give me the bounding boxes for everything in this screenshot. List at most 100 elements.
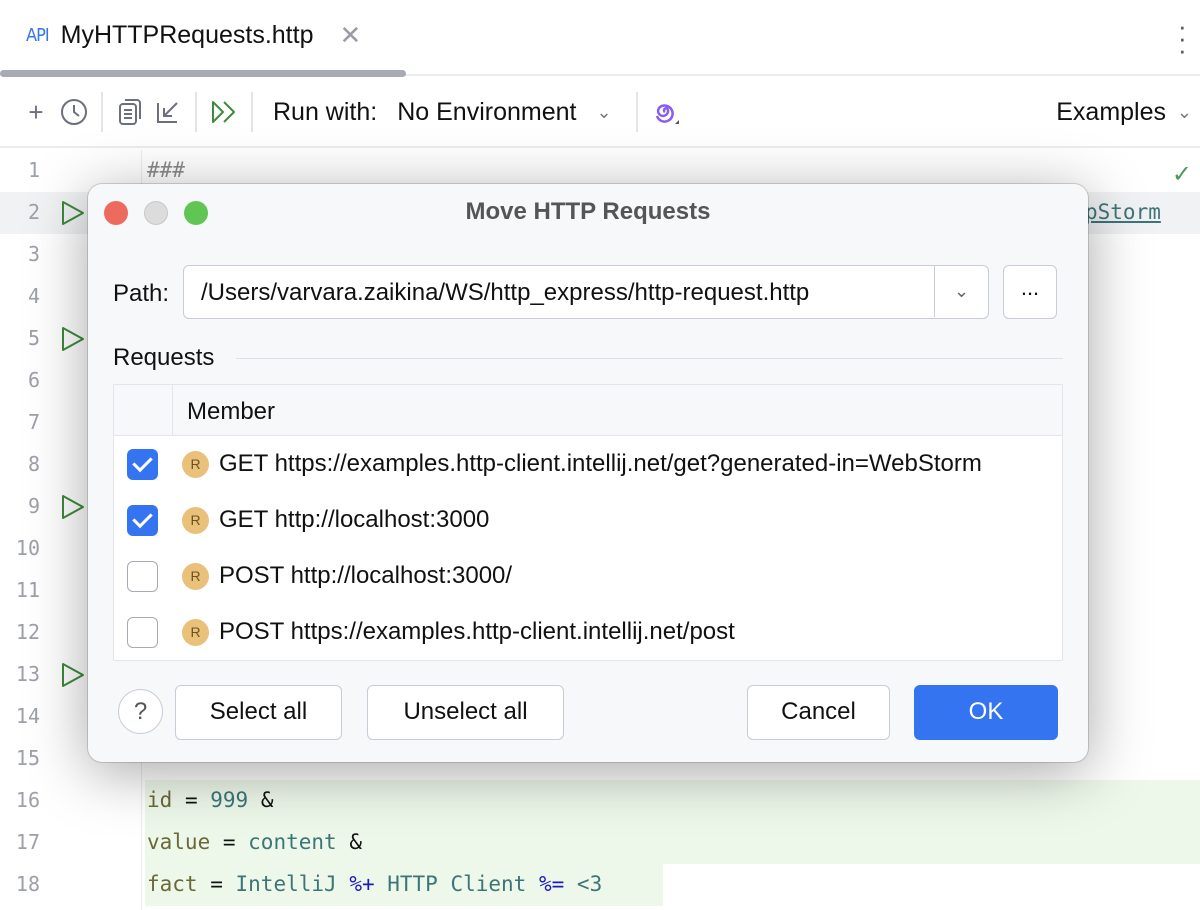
line-number: 11	[0, 578, 40, 602]
code-text: value = content &	[147, 830, 362, 854]
path-input[interactable]: /Users/varvara.zaikina/WS/http_express/h…	[201, 279, 809, 307]
key: fact	[147, 872, 198, 896]
table-header: Member	[114, 385, 1062, 436]
separator	[636, 92, 638, 132]
editor-line[interactable]: id = 999 &	[145, 780, 1200, 822]
environment-select[interactable]: No Environment	[397, 98, 576, 127]
add-icon[interactable]: +	[17, 93, 55, 131]
value: <3	[564, 872, 602, 896]
code-text: id = 999 &	[147, 788, 273, 812]
http-toolbar: + Run with: No Environment ⌄ Examples ⌄	[0, 78, 1200, 148]
editor-line[interactable]: fact = IntelliJ %+ HTTP Client %= <3	[145, 864, 663, 906]
line-number: 1	[0, 158, 40, 182]
op: =	[210, 830, 248, 854]
line-number: 13	[0, 662, 40, 686]
run-with-label: Run with:	[273, 98, 377, 127]
editor-line[interactable]: value = content &	[145, 822, 1200, 864]
request-icon: R	[182, 563, 209, 590]
line-number: 9	[0, 494, 40, 518]
op: =	[198, 872, 236, 896]
line-number: 15	[0, 746, 40, 770]
path-label: Path:	[113, 280, 169, 308]
path-combobox[interactable]: /Users/varvara.zaikina/WS/http_express/h…	[183, 265, 989, 319]
editor-tab-bar: API MyHTTPRequests.http ✕ ···	[0, 0, 1200, 76]
request-icon: R	[182, 507, 209, 534]
url-link[interactable]: pStorm	[1085, 200, 1161, 224]
request-checkbox[interactable]	[127, 561, 158, 592]
request-label: GET http://localhost:3000	[219, 506, 1059, 534]
request-label: POST https://examples.http-client.intell…	[219, 618, 1059, 646]
column-header-member[interactable]: Member	[187, 398, 275, 426]
run-request-icon[interactable]	[60, 199, 86, 227]
more-options-icon[interactable]: ···	[1178, 20, 1186, 56]
request-label: GET https://examples.http-client.intelli…	[219, 450, 1059, 478]
line-number: 17	[0, 830, 40, 854]
cancel-button[interactable]: Cancel	[747, 685, 890, 740]
line-number: 14	[0, 704, 40, 728]
separator	[195, 92, 197, 132]
request-checkbox[interactable]	[127, 617, 158, 648]
line-number: 12	[0, 620, 40, 644]
request-icon: R	[182, 619, 209, 646]
help-button[interactable]: ?	[118, 689, 163, 734]
request-label: POST http://localhost:3000/	[219, 562, 1059, 590]
check-icon: ✓	[1172, 160, 1192, 189]
examples-dropdown[interactable]: Examples	[1056, 98, 1166, 127]
op: =	[172, 788, 210, 812]
separator	[251, 92, 253, 132]
browse-button[interactable]: ...	[1003, 265, 1057, 319]
run-all-icon[interactable]	[205, 93, 243, 131]
value: 999	[210, 788, 248, 812]
history-icon[interactable]	[55, 93, 93, 131]
close-icon[interactable]: ✕	[339, 20, 361, 51]
op: %+	[349, 872, 374, 896]
tab-myhttprequests[interactable]: API MyHTTPRequests.http ✕	[26, 20, 361, 51]
run-request-icon[interactable]	[60, 661, 86, 689]
run-request-icon[interactable]	[60, 325, 86, 353]
request-checkbox[interactable]	[127, 505, 158, 536]
key: value	[147, 830, 210, 854]
line-number: 6	[0, 368, 40, 392]
amp: &	[248, 788, 273, 812]
line-number: 18	[0, 872, 40, 896]
line-number: 7	[0, 410, 40, 434]
separator	[101, 92, 103, 132]
table-row[interactable]: R POST https://examples.http-client.inte…	[114, 604, 1062, 660]
move-http-requests-dialog: Move HTTP Requests Path: /Users/varvara.…	[88, 184, 1088, 762]
table-row[interactable]: R GET http://localhost:3000	[114, 492, 1062, 548]
amp: &	[337, 830, 362, 854]
code-text: fact = IntelliJ %+ HTTP Client %= <3	[147, 872, 602, 896]
request-icon: R	[182, 451, 209, 478]
requests-label: Requests	[113, 344, 214, 372]
ok-button[interactable]: OK	[914, 685, 1058, 740]
line-number: 2	[0, 200, 40, 224]
value: IntelliJ	[236, 872, 350, 896]
select-all-button[interactable]: Select all	[175, 685, 342, 740]
table-row[interactable]: R POST http://localhost:3000/	[114, 548, 1062, 604]
value: HTTP Client	[375, 872, 539, 896]
run-request-icon[interactable]	[60, 493, 86, 521]
line-number: 4	[0, 284, 40, 308]
code-text: ###	[147, 158, 185, 182]
chevron-down-icon[interactable]: ⌄	[1177, 102, 1192, 123]
column-divider	[172, 385, 173, 436]
line-number: 16	[0, 788, 40, 812]
line-number: 10	[0, 536, 40, 560]
unselect-all-button[interactable]: Unselect all	[367, 685, 564, 740]
copy-icon[interactable]	[111, 93, 149, 131]
chevron-down-icon[interactable]: ⌄	[934, 266, 988, 317]
request-checkbox[interactable]	[127, 449, 158, 480]
separator	[236, 358, 1063, 359]
spiral-icon[interactable]	[646, 93, 684, 131]
api-file-icon: API	[26, 25, 49, 46]
line-number: 8	[0, 452, 40, 476]
import-icon[interactable]	[149, 93, 187, 131]
tab-scrollbar[interactable]	[0, 70, 406, 77]
line-number: 5	[0, 326, 40, 350]
value: content	[248, 830, 337, 854]
key: id	[147, 788, 172, 812]
table-row[interactable]: R GET https://examples.http-client.intel…	[114, 436, 1062, 492]
chevron-down-icon[interactable]: ⌄	[596, 102, 611, 123]
tab-title: MyHTTPRequests.http	[61, 21, 314, 50]
line-number: 3	[0, 242, 40, 266]
